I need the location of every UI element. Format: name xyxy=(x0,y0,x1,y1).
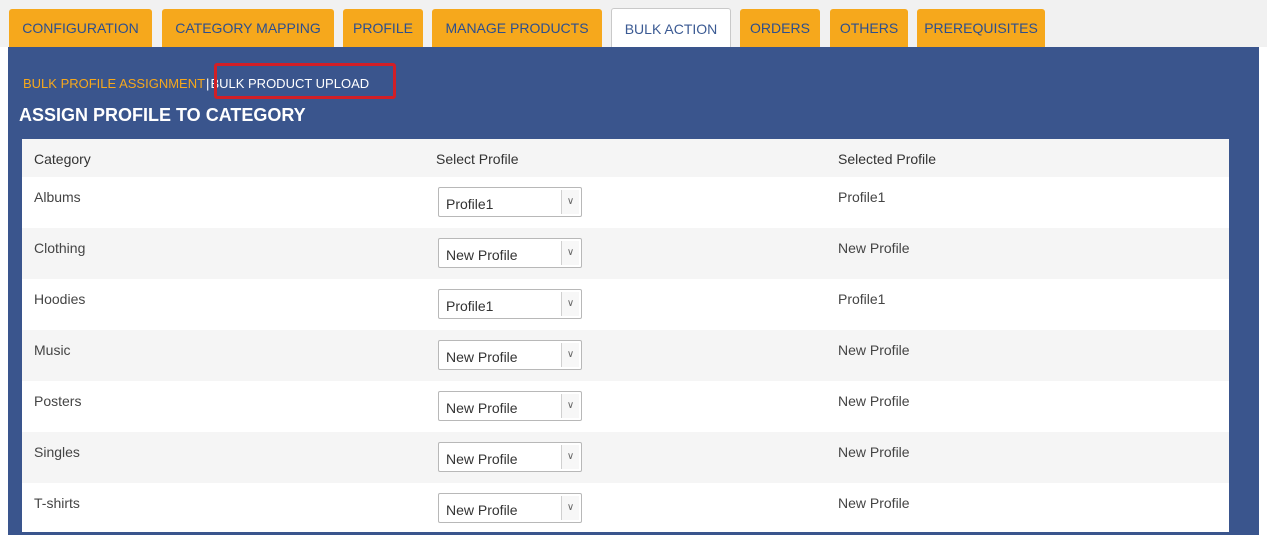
selected-profile: New Profile xyxy=(838,393,910,409)
header-category: Category xyxy=(34,151,91,167)
category-name: Posters xyxy=(34,393,82,409)
category-name: Albums xyxy=(34,189,81,205)
table-row: Albums Profile1 ∨ Profile1 xyxy=(22,177,1229,228)
tab-manage-products[interactable]: MANAGE PRODUCTS xyxy=(432,9,602,47)
table-row: Music New Profile ∨ New Profile xyxy=(22,330,1229,381)
profile-select[interactable]: New Profile ∨ xyxy=(438,493,582,523)
page-title: ASSIGN PROFILE TO CATEGORY xyxy=(19,105,306,125)
category-name: Hoodies xyxy=(34,291,86,307)
chevron-down-icon: ∨ xyxy=(561,394,579,418)
tab-configuration[interactable]: CONFIGURATION xyxy=(9,9,152,47)
chevron-down-icon: ∨ xyxy=(561,343,579,367)
category-name: Music xyxy=(34,342,71,358)
profile-select[interactable]: New Profile ∨ xyxy=(438,340,582,370)
select-value: New Profile xyxy=(446,349,518,365)
selected-profile: Profile1 xyxy=(838,291,886,307)
selected-profile: Profile1 xyxy=(838,189,886,205)
select-value: Profile1 xyxy=(446,196,494,212)
profile-assignment-table: Category Select Profile Selected Profile… xyxy=(22,139,1229,532)
highlight-box xyxy=(214,63,396,99)
category-name: T-shirts xyxy=(34,495,80,511)
table-row: Clothing New Profile ∨ New Profile xyxy=(22,228,1229,279)
select-value: New Profile xyxy=(446,400,518,416)
tab-category-mapping[interactable]: CATEGORY MAPPING xyxy=(162,9,334,47)
bulk-profile-assignment-link[interactable]: BULK PROFILE ASSIGNMENT xyxy=(23,76,205,91)
chevron-down-icon: ∨ xyxy=(561,241,579,265)
tab-orders[interactable]: ORDERS xyxy=(740,9,820,47)
profile-select[interactable]: Profile1 ∨ xyxy=(438,187,582,217)
table-row: Posters New Profile ∨ New Profile xyxy=(22,381,1229,432)
selected-profile: New Profile xyxy=(838,240,910,256)
profile-select[interactable]: New Profile ∨ xyxy=(438,442,582,472)
table-row: T-shirts New Profile ∨ New Profile xyxy=(22,483,1229,532)
profile-select[interactable]: Profile1 ∨ xyxy=(438,289,582,319)
chevron-down-icon: ∨ xyxy=(561,496,579,520)
table-row: Hoodies Profile1 ∨ Profile1 xyxy=(22,279,1229,330)
bulk-action-panel: BULK PROFILE ASSIGNMENT|BULK PRODUCT UPL… xyxy=(8,47,1259,535)
header-select-profile: Select Profile xyxy=(436,151,519,167)
tab-prerequisites[interactable]: PREREQUISITES xyxy=(917,9,1045,47)
table-header-row: Category Select Profile Selected Profile xyxy=(22,139,1229,177)
selected-profile: New Profile xyxy=(838,342,910,358)
tab-profile[interactable]: PROFILE xyxy=(343,9,423,47)
profile-select[interactable]: New Profile ∨ xyxy=(438,391,582,421)
select-value: New Profile xyxy=(446,451,518,467)
header-selected-profile: Selected Profile xyxy=(838,151,937,167)
category-name: Clothing xyxy=(34,240,86,256)
category-name: Singles xyxy=(34,444,80,460)
chevron-down-icon: ∨ xyxy=(561,445,579,469)
select-value: New Profile xyxy=(446,247,518,263)
select-value: Profile1 xyxy=(446,298,494,314)
tab-bulk-action[interactable]: BULK ACTION xyxy=(611,8,731,48)
selected-profile: New Profile xyxy=(838,495,910,511)
profile-select[interactable]: New Profile ∨ xyxy=(438,238,582,268)
tab-bar: CONFIGURATION CATEGORY MAPPING PROFILE M… xyxy=(0,0,1267,48)
select-value: New Profile xyxy=(446,502,518,518)
chevron-down-icon: ∨ xyxy=(561,190,579,214)
selected-profile: New Profile xyxy=(838,444,910,460)
tab-others[interactable]: OTHERS xyxy=(830,9,908,47)
chevron-down-icon: ∨ xyxy=(561,292,579,316)
table-row: Singles New Profile ∨ New Profile xyxy=(22,432,1229,483)
